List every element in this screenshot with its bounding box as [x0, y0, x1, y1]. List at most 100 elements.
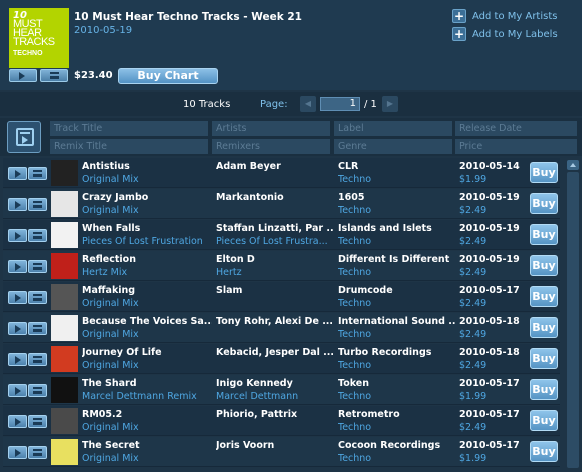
- track-label[interactable]: International Sound ...: [338, 316, 456, 327]
- play-track-button[interactable]: [8, 415, 27, 428]
- play-track-button[interactable]: [8, 260, 27, 273]
- track-genre[interactable]: Techno: [338, 267, 456, 278]
- buy-track-button[interactable]: Buy: [530, 255, 558, 276]
- track-genre[interactable]: Techno: [338, 236, 456, 247]
- play-chart-button[interactable]: [9, 69, 37, 82]
- add-chart-to-playlist-button[interactable]: [40, 69, 68, 82]
- track-genre[interactable]: Techno: [338, 360, 456, 371]
- release-artwork[interactable]: [51, 346, 78, 372]
- release-artwork[interactable]: [51, 160, 78, 186]
- track-title[interactable]: Antistius: [82, 161, 212, 172]
- track-row[interactable]: Crazy Jambo Original Mix Markantonio 1605 Te…: [3, 189, 560, 219]
- track-title-filter[interactable]: Track Title: [50, 121, 208, 136]
- track-remixer[interactable]: Pieces Of Lost Frustra...: [216, 236, 333, 247]
- buy-track-button[interactable]: Buy: [530, 193, 558, 214]
- track-genre[interactable]: Techno: [338, 205, 456, 216]
- track-genre[interactable]: Techno: [338, 453, 456, 464]
- track-label[interactable]: Different Is Different: [338, 254, 456, 265]
- add-to-playlist-button[interactable]: [28, 229, 47, 242]
- buy-track-button[interactable]: Buy: [530, 348, 558, 369]
- play-track-button[interactable]: [8, 167, 27, 180]
- release-artwork[interactable]: [51, 408, 78, 434]
- scroll-track[interactable]: [567, 172, 579, 468]
- buy-track-button[interactable]: Buy: [530, 410, 558, 431]
- track-title[interactable]: RM05.2: [82, 409, 212, 420]
- track-label[interactable]: Token: [338, 378, 456, 389]
- add-to-my-labels-link[interactable]: + Add to My Labels: [452, 27, 558, 41]
- play-track-button[interactable]: [8, 198, 27, 211]
- add-to-playlist-button[interactable]: [28, 446, 47, 459]
- play-all-button[interactable]: [7, 121, 41, 153]
- track-artist[interactable]: Joris Voorn: [216, 440, 333, 451]
- add-to-playlist-button[interactable]: [28, 353, 47, 366]
- track-row[interactable]: The Shard Marcel Dettmann Remix Inigo Kenn…: [3, 375, 560, 405]
- add-to-playlist-button[interactable]: [28, 260, 47, 273]
- track-artist[interactable]: Kebacid, Jesper Dal ...: [216, 347, 333, 358]
- track-genre[interactable]: Techno: [338, 298, 456, 309]
- release-artwork[interactable]: [51, 253, 78, 279]
- next-page-button[interactable]: ▶: [382, 96, 398, 112]
- release-artwork[interactable]: [51, 439, 78, 465]
- play-track-button[interactable]: [8, 353, 27, 366]
- page-input[interactable]: 1: [320, 97, 360, 111]
- play-track-button[interactable]: [8, 291, 27, 304]
- play-track-button[interactable]: [8, 322, 27, 335]
- track-title[interactable]: The Secret: [82, 440, 212, 451]
- track-remixer[interactable]: Hertz: [216, 267, 333, 278]
- add-to-playlist-button[interactable]: [28, 167, 47, 180]
- track-row[interactable]: Reflection Hertz Mix Elton D Hertz Different…: [3, 251, 560, 281]
- buy-track-button[interactable]: Buy: [530, 379, 558, 400]
- track-title[interactable]: When Falls: [82, 223, 212, 234]
- track-list-scrollbar[interactable]: [563, 158, 582, 472]
- buy-chart-button[interactable]: Buy Chart: [118, 68, 218, 84]
- track-genre[interactable]: Techno: [338, 329, 456, 340]
- release-artwork[interactable]: [51, 222, 78, 248]
- track-genre[interactable]: Techno: [338, 422, 456, 433]
- track-label[interactable]: 1605: [338, 192, 456, 203]
- play-track-button[interactable]: [8, 229, 27, 242]
- track-label[interactable]: CLR: [338, 161, 456, 172]
- add-to-playlist-button[interactable]: [28, 322, 47, 335]
- play-track-button[interactable]: [8, 446, 27, 459]
- track-title[interactable]: Crazy Jambo: [82, 192, 212, 203]
- release-artwork[interactable]: [51, 284, 78, 310]
- track-label[interactable]: Retrometro: [338, 409, 456, 420]
- buy-track-button[interactable]: Buy: [530, 441, 558, 462]
- release-artwork[interactable]: [51, 191, 78, 217]
- track-title[interactable]: Maffaking: [82, 285, 212, 296]
- track-artist[interactable]: Elton D: [216, 254, 333, 265]
- add-to-playlist-button[interactable]: [28, 198, 47, 211]
- add-to-playlist-button[interactable]: [28, 291, 47, 304]
- track-title[interactable]: Reflection: [82, 254, 212, 265]
- prev-page-button[interactable]: ◀: [300, 96, 316, 112]
- label-filter[interactable]: Label: [334, 121, 452, 136]
- track-artist[interactable]: Tony Rohr, Alexi De ...: [216, 316, 333, 327]
- buy-track-button[interactable]: Buy: [530, 224, 558, 245]
- track-row[interactable]: Journey Of Life Original Mix Kebacid, Jesp…: [3, 344, 560, 374]
- buy-track-button[interactable]: Buy: [530, 162, 558, 183]
- track-remixer[interactable]: Marcel Dettmann: [216, 391, 333, 402]
- track-label[interactable]: Turbo Recordings: [338, 347, 456, 358]
- track-title[interactable]: Because The Voices Sa...: [82, 316, 212, 327]
- track-row[interactable]: RM05.2 Original Mix Phiorio, Pattrix Retrom…: [3, 406, 560, 436]
- track-row[interactable]: Antistius Original Mix Adam Beyer CLR Techno…: [3, 158, 560, 188]
- track-label[interactable]: Islands and Islets: [338, 223, 456, 234]
- buy-track-button[interactable]: Buy: [530, 286, 558, 307]
- artists-filter[interactable]: Artists: [212, 121, 330, 136]
- remix-title-filter[interactable]: Remix Title: [50, 139, 208, 154]
- release-artwork[interactable]: [51, 315, 78, 341]
- track-artist[interactable]: Markantonio: [216, 192, 333, 203]
- track-title[interactable]: Journey Of Life: [82, 347, 212, 358]
- add-to-playlist-button[interactable]: [28, 415, 47, 428]
- release-date-filter[interactable]: Release Date: [455, 121, 577, 136]
- add-to-playlist-button[interactable]: [28, 384, 47, 397]
- track-genre[interactable]: Techno: [338, 174, 456, 185]
- track-artist[interactable]: Inigo Kennedy: [216, 378, 333, 389]
- track-row[interactable]: Because The Voices Sa... Original Mix Tony…: [3, 313, 560, 343]
- genre-filter[interactable]: Genre: [334, 139, 452, 154]
- track-label[interactable]: Cocoon Recordings: [338, 440, 456, 451]
- track-row[interactable]: The Secret Original Mix Joris Voorn Cocoon …: [3, 437, 560, 467]
- track-artist[interactable]: Slam: [216, 285, 333, 296]
- scroll-up-button[interactable]: [567, 160, 579, 170]
- buy-track-button[interactable]: Buy: [530, 317, 558, 338]
